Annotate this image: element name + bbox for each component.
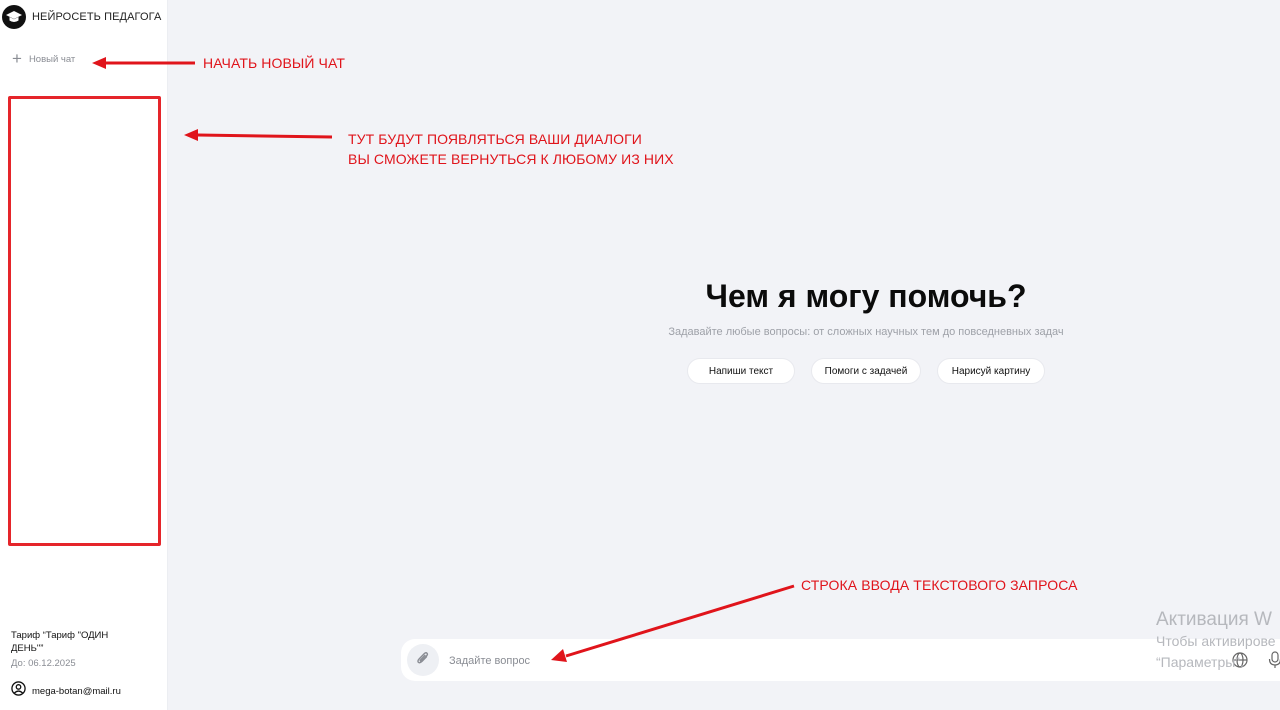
arrow-dialogs-head [184, 129, 198, 141]
composer [401, 639, 1280, 681]
annotation-new-chat: НАЧАТЬ НОВЫЙ ЧАТ [203, 55, 345, 71]
brand[interactable]: НЕЙРОСЕТЬ ПЕДАГОГА [2, 5, 161, 29]
suggestion-draw-picture[interactable]: Нарисуй картину [937, 358, 1045, 384]
suggestion-help-task[interactable]: Помоги с задачей [811, 358, 921, 384]
annotation-arrows [92, 57, 795, 662]
page-subtitle: Задавайте любые вопросы: от сложных науч… [668, 326, 1064, 338]
suggestion-chips: Напиши текст Помоги с задачей Нарисуй ка… [580, 358, 1152, 384]
attach-button[interactable] [407, 644, 439, 676]
brand-name: НЕЙРОСЕТЬ ПЕДАГОГА [32, 11, 162, 23]
arrow-dialogs [197, 133, 333, 139]
tariff-valid-until: До: 06.12.2025 [11, 658, 76, 669]
suggestion-write-text[interactable]: Напиши текст [687, 358, 795, 384]
new-chat-label: Новый чат [28, 53, 76, 65]
tariff-info: Тариф “Тариф "ОДИН ДЕНЬ"” До: 06.12.2025 [11, 630, 141, 669]
user-circle-icon [11, 681, 26, 701]
plus-icon: + [12, 49, 22, 68]
new-chat-button[interactable]: + Новый чат [12, 49, 76, 68]
watermark-title: Активация W [1156, 609, 1272, 630]
prompt-input[interactable] [447, 645, 1131, 677]
paperclip-icon [416, 650, 430, 671]
watermark-line2: “Параметры”. [1156, 654, 1244, 670]
annotation-input-row: СТРОКА ВВОДА ТЕКСТОВОГО ЗАПРОСА [801, 577, 1078, 593]
tariff-name: Тариф “Тариф "ОДИН ДЕНЬ"” [11, 630, 109, 654]
graduation-cap-icon [2, 5, 26, 29]
watermark-line1: Чтобы активирове [1156, 633, 1276, 649]
account[interactable]: mega-botan@mail.ru [11, 681, 121, 701]
sidebar: НЕЙРОСЕТЬ ПЕДАГОГА + Новый чат Тариф “Та… [0, 0, 168, 710]
annotation-dialogs-line2: ВЫ СМОЖЕТЕ ВЕРНУТЬСЯ К ЛЮБОМУ ИЗ НИХ [348, 151, 674, 167]
account-email: mega-botan@mail.ru [32, 685, 121, 697]
activation-watermark: Активация W Чтобы активирове “Параметры”… [1156, 609, 1276, 673]
dialogs-list-highlight [8, 96, 161, 546]
page-title: Чем я могу помочь? [705, 278, 1027, 314]
annotation-dialogs-line1: ТУТ БУДУТ ПОЯВЛЯТЬСЯ ВАШИ ДИАЛОГИ [348, 131, 642, 147]
